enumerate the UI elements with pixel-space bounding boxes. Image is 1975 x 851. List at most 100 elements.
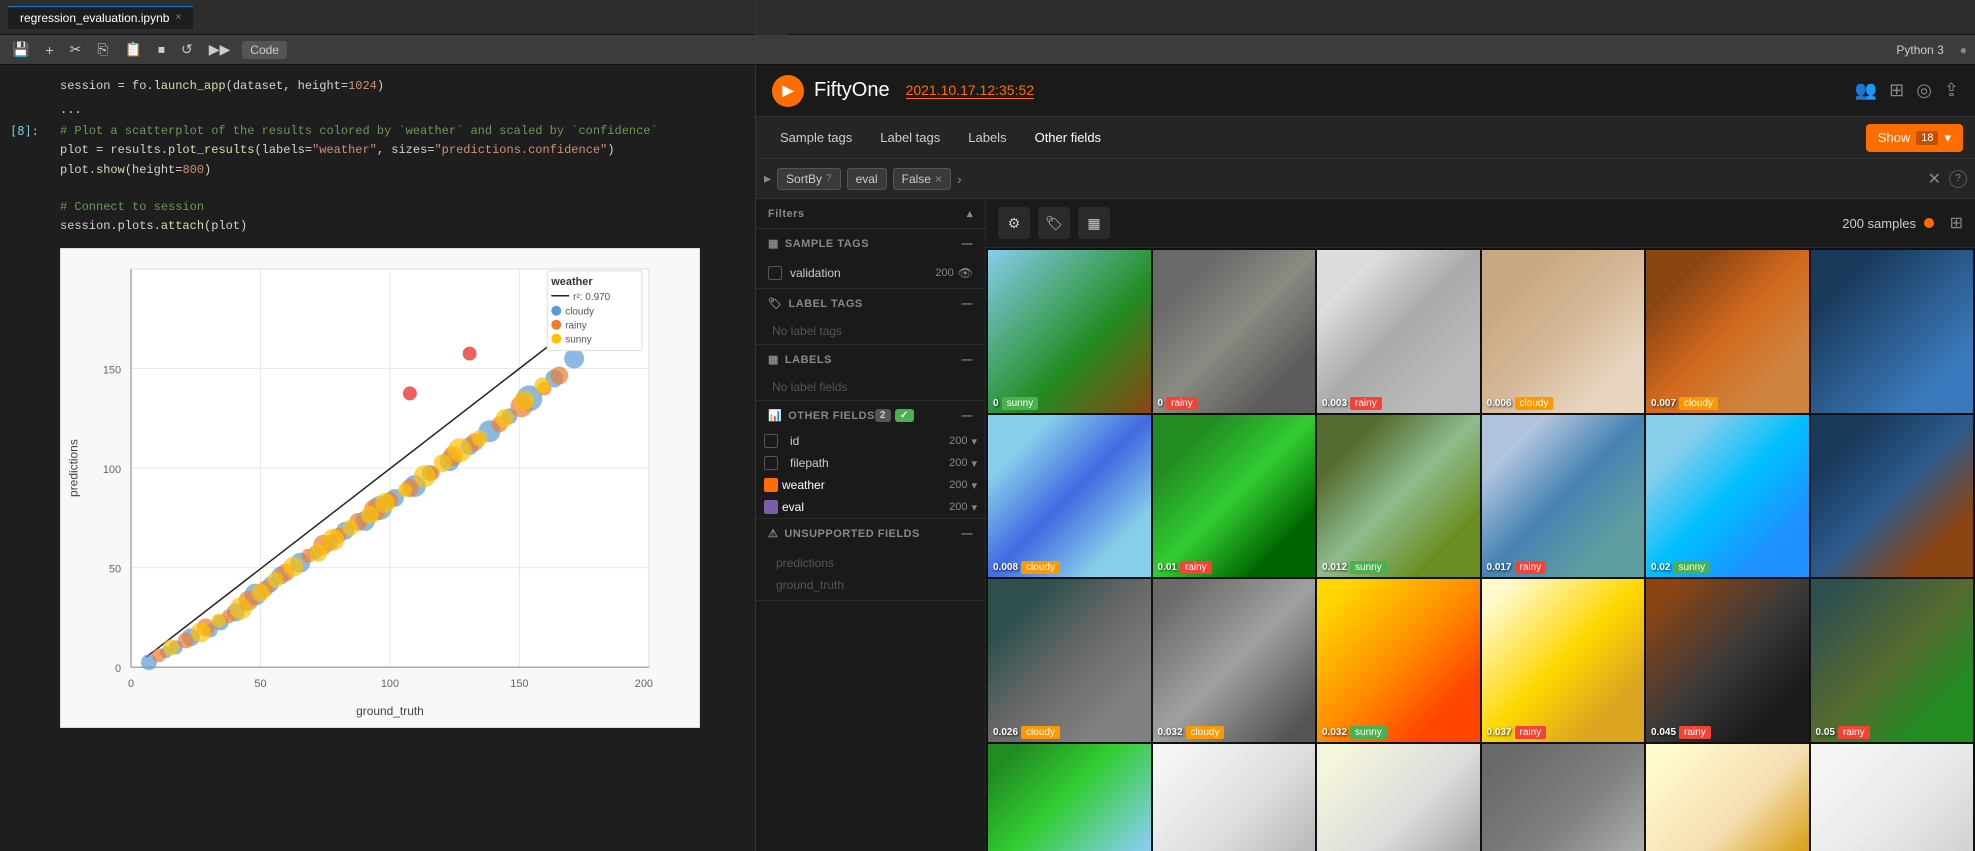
github-icon[interactable]: ◎ — [1916, 80, 1932, 101]
false-filter[interactable]: False × — [893, 168, 951, 190]
grid-item-15[interactable]: 0.037 rainy — [1482, 579, 1645, 742]
label-tags-header[interactable]: 🏷 LABEL TAGS — — [756, 289, 985, 318]
grid-item-14[interactable]: 0.032 sunny — [1317, 579, 1480, 742]
code-line3: session.plots.attach(plot) — [60, 217, 745, 236]
grid-item-13[interactable]: 0.032 cloudy — [1153, 579, 1316, 742]
filters-header[interactable]: Filters ▴ — [756, 199, 985, 228]
eval-filter[interactable]: eval — [847, 168, 887, 190]
id-arrow[interactable]: ▾ — [971, 435, 977, 448]
show-label: Show — [1878, 130, 1911, 145]
grid-item-0[interactable]: 0 sunny — [988, 250, 1151, 413]
unsupported-header[interactable]: ⚠ UNSUPPORTED FIELDS — — [756, 519, 985, 548]
grid-tool-btn[interactable]: ▦ — [1078, 207, 1110, 239]
filepath-checkbox[interactable] — [764, 456, 778, 470]
grid-item-3[interactable]: 0.006 cloudy — [1482, 250, 1645, 413]
svg-text:sunny: sunny — [565, 335, 592, 346]
other-fields-header[interactable]: 📊 OTHER FIELDS 2 ✓ — — [756, 401, 985, 430]
grid-item-2[interactable]: 0.003 rainy — [1317, 250, 1480, 413]
id-field-row[interactable]: id 200 ▾ — [756, 430, 985, 452]
tab-close-btn[interactable]: × — [175, 12, 181, 23]
weather-field-row[interactable]: weather 200 ▾ — [756, 474, 985, 496]
eval-checkbox[interactable] — [764, 500, 778, 514]
labels-arrow: — — [962, 354, 974, 366]
id-checkbox[interactable] — [764, 434, 778, 448]
sample-tags-arrow: — — [962, 238, 974, 250]
filter-more-icon[interactable]: › — [957, 171, 962, 187]
filepath-count: 200 — [949, 457, 967, 469]
grid-item-1[interactable]: 0 rainy — [1153, 250, 1316, 413]
paste-btn[interactable]: 📋 — [121, 39, 146, 60]
session-code-line: session = fo.launch_app(dataset, height=… — [60, 77, 745, 96]
sample-tags-label: SAMPLE TAGS — [785, 238, 869, 250]
false-filter-close[interactable]: × — [935, 172, 942, 186]
grid-item-16[interactable]: 0.045 rainy — [1646, 579, 1809, 742]
grid-item-4[interactable]: 0.007 cloudy — [1646, 250, 1809, 413]
settings-tool-btn[interactable]: ⚙ — [998, 207, 1030, 239]
grid-item-22[interactable]: 0.131 sunny — [1646, 744, 1809, 851]
run-btn[interactable]: ▶▶ — [205, 39, 235, 60]
grid-item-21[interactable]: 0... su... — [1482, 744, 1645, 851]
fo-grid-area: ⚙ 🏷 ▦ 200 samples ⊞ — [986, 199, 1975, 851]
grid-item-9[interactable]: 0.017 rainy — [1482, 415, 1645, 578]
tag-tool-btn[interactable]: 🏷 — [1038, 207, 1070, 239]
add-btn[interactable]: + — [41, 40, 57, 60]
svg-text:150: 150 — [510, 678, 528, 690]
filters-label: Filters — [768, 208, 967, 220]
show-button[interactable]: Show 18 ▾ — [1866, 124, 1963, 152]
validation-eye-icon[interactable]: 👁 — [958, 266, 973, 280]
other-fields-badge: 2 — [875, 409, 891, 422]
grid-item-12[interactable]: 0.026 cloudy — [988, 579, 1151, 742]
restart-btn[interactable]: ↺ — [177, 39, 197, 60]
eval-field-row[interactable]: eval 200 ▾ — [756, 496, 985, 518]
unsupported-label: UNSUPPORTED FIELDS — [784, 528, 920, 540]
nav-sample-tags[interactable]: Sample tags — [768, 124, 864, 151]
nav-labels[interactable]: Labels — [956, 124, 1018, 151]
grid-item-23[interactable]: 0.165 — [1811, 744, 1974, 851]
sample-tags-icon: ▦ — [768, 237, 779, 250]
stop-btn[interactable]: ⏹ — [154, 39, 169, 60]
eval-field-name: eval — [778, 500, 949, 514]
grid-item-6[interactable]: 0.008 cloudy — [988, 415, 1151, 578]
grid-item-8[interactable]: 0.012 sunny — [1317, 415, 1480, 578]
filter-help-icon[interactable]: ? — [1949, 170, 1967, 188]
labels-header[interactable]: ▦ LABELS — — [756, 345, 985, 374]
save-btn[interactable]: 💾 — [8, 39, 33, 60]
cut-btn[interactable]: ✂ — [66, 39, 86, 60]
grid-item-19[interactable]: 0.1 cloudy — [1153, 744, 1316, 851]
validation-checkbox[interactable] — [768, 266, 782, 280]
session-cell: session = fo.launch_app(dataset, height=… — [0, 75, 755, 98]
filepath-arrow[interactable]: ▾ — [971, 457, 977, 470]
grid-item-17[interactable]: 0.05 rainy — [1811, 579, 1974, 742]
grid-item-7[interactable]: 0.01 rainy — [1153, 415, 1316, 578]
filepath-field-row[interactable]: filepath 200 ▾ — [756, 452, 985, 474]
weather-arrow[interactable]: ▾ — [971, 479, 977, 492]
copy-btn[interactable]: ⎘ — [93, 39, 112, 60]
grid-item-18[interactable]: 0.089 rainy — [988, 744, 1151, 851]
output-view-divider — [755, 0, 787, 35]
nav-label-tags[interactable]: Label tags — [868, 124, 952, 151]
filter-expand-icon[interactable]: ▸ — [764, 170, 771, 187]
grid-item-5[interactable] — [1811, 250, 1974, 413]
weather-checkbox[interactable] — [764, 478, 778, 492]
svg-text:100: 100 — [381, 678, 399, 690]
grid-item-11[interactable] — [1811, 415, 1974, 578]
eval-arrow[interactable]: ▾ — [971, 501, 977, 514]
sample-tags-header[interactable]: ▦ SAMPLE TAGS — — [756, 229, 985, 258]
fo-sidebar: Filters ▴ ▦ SAMPLE TAGS — validation — [756, 199, 986, 851]
close-filter-icon[interactable]: ✕ — [1928, 169, 1941, 189]
validation-tag-row[interactable]: validation 200 👁 — [764, 262, 977, 284]
mode-selector[interactable]: Code — [242, 41, 287, 59]
svg-text:50: 50 — [254, 678, 266, 690]
nav-other-fields[interactable]: Other fields — [1023, 124, 1113, 151]
code-comment2: # Connect to session — [60, 198, 745, 217]
main-area: session = fo.launch_app(dataset, height=… — [0, 65, 1975, 851]
grid-item-20[interactable]: 0.107 cloudy — [1317, 744, 1480, 851]
grid-layout-icon[interactable]: ⊞ — [1950, 213, 1963, 233]
upload-icon[interactable]: ⇪ — [1944, 80, 1959, 101]
svg-text:200: 200 — [635, 678, 653, 690]
grid-item-10[interactable]: 0.02 sunny — [1646, 415, 1809, 578]
people-icon[interactable]: 👥 — [1855, 80, 1877, 101]
notebook-tab[interactable]: regression_evaluation.ipynb × — [8, 6, 193, 29]
sortby-filter[interactable]: SortBy ? — [777, 168, 841, 190]
plugin-icon[interactable]: ⊞ — [1889, 80, 1904, 101]
